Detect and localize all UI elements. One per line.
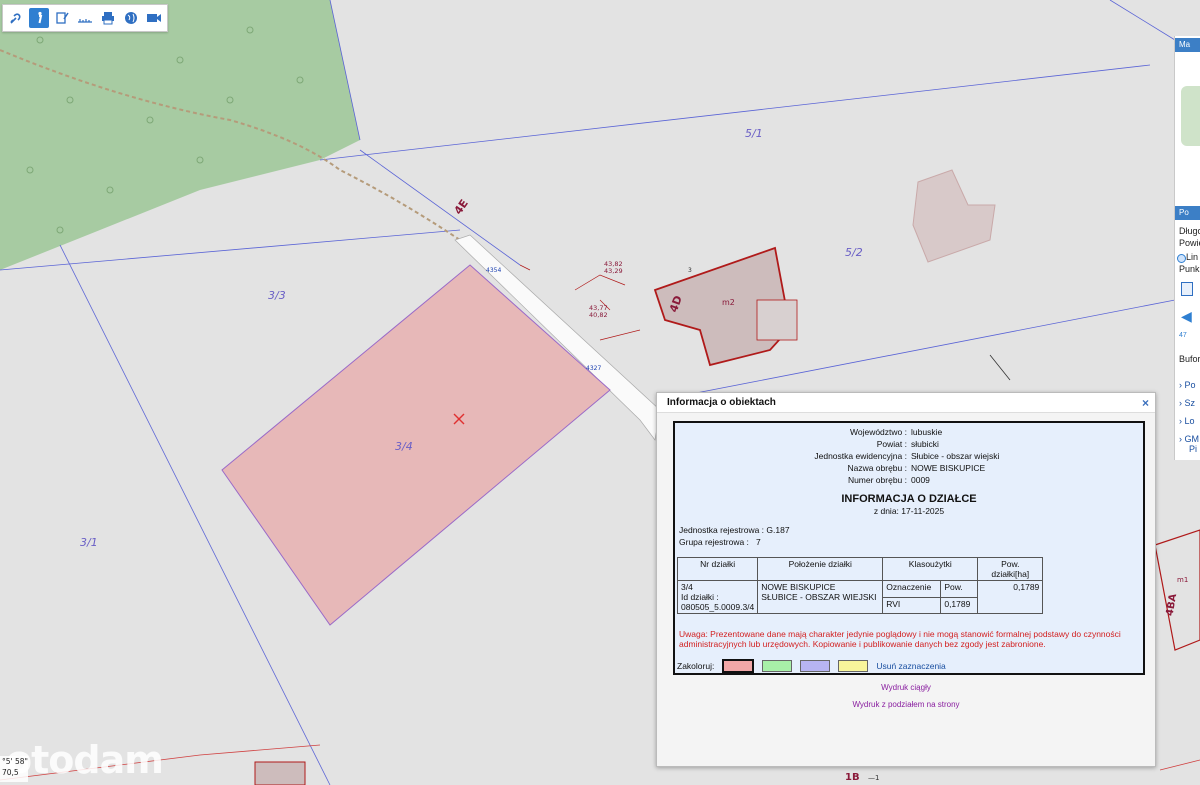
header-label: Nazwa obrębu :: [847, 463, 907, 473]
parcel-boundary: [359, 149, 521, 266]
globe-icon[interactable]: [121, 8, 141, 28]
annotation: —1: [868, 774, 879, 782]
column-header: Pow. działki[ha]: [977, 557, 1044, 581]
panel-link[interactable]: Pi: [1189, 444, 1197, 454]
parcel-location-cell: NOWE BISKUPICE SŁUBICE - OBSZAR WIEJSKI: [757, 580, 884, 614]
sub-header: Oznaczenie: [882, 580, 942, 598]
card-date: z dnia: 17-11-2025: [873, 506, 945, 516]
table-row: 3/4 Id działki :080505_5.0009.3/4 NOWE BI…: [676, 580, 1044, 614]
header-value: 0009: [911, 475, 930, 485]
measure-icon[interactable]: [75, 8, 95, 28]
panel-text: 47: [1179, 332, 1187, 339]
card-title: INFORMACJA O DZIAŁCE: [841, 493, 977, 505]
utility-line: [989, 354, 1011, 381]
print-icon[interactable]: [98, 8, 118, 28]
panel-link[interactable]: › Po: [1179, 380, 1196, 390]
annotation: 3: [688, 267, 692, 274]
header-value: słubicki: [911, 439, 939, 449]
building: [254, 761, 306, 785]
print-continuous-link[interactable]: Wydruk ciągły: [657, 683, 1155, 692]
column-header: Klasoużytki: [882, 557, 979, 581]
link-icon[interactable]: [6, 8, 26, 28]
panel-header-measure[interactable]: Po: [1175, 206, 1200, 220]
warning-text: Uwaga: Prezentowane dane mają charakter …: [679, 629, 1121, 649]
annotation: 4354: [486, 267, 501, 274]
column-header: Położenie działki: [757, 557, 884, 581]
arrow-left-icon[interactable]: ◀: [1181, 308, 1192, 325]
camera-icon[interactable]: [144, 8, 164, 28]
dialog-title: Informacja o obiektach: [657, 393, 1155, 413]
header-label: Powiat :: [876, 439, 907, 449]
panel-radio-label[interactable]: Lin: [1186, 252, 1198, 262]
parcel-boundary: [319, 64, 1151, 161]
panel-link[interactable]: › Sz: [1179, 398, 1195, 408]
swatch-blue[interactable]: [800, 660, 831, 672]
parcel-info-card: Województwo : lubuskie Powiat : słubicki…: [673, 421, 1145, 675]
color-picker-row: Zakoloruj: Usuń zaznaczenia: [677, 659, 946, 673]
object-info-dialog: Informacja o obiektach × Województwo : l…: [656, 392, 1156, 767]
landuse-label: 1B: [845, 772, 860, 783]
land-class-area-cell: 0,1789: [940, 596, 979, 614]
building: [1154, 529, 1200, 651]
coordinate-readout: °5' 58" 70,5: [0, 756, 28, 782]
close-icon[interactable]: ×: [1142, 396, 1149, 410]
landuse-label: 4E: [452, 197, 471, 217]
annotation: 40,82: [589, 311, 608, 319]
info-icon[interactable]: [29, 8, 49, 28]
watermark-logo: otodam: [6, 738, 164, 782]
registry-unit: Jednostka rejestrowa : G.187: [679, 525, 790, 535]
header-value: lubuskie: [911, 427, 943, 437]
panel-text: Bufor[: [1179, 354, 1200, 364]
map-toolbar: [2, 4, 168, 32]
edit-icon[interactable]: [52, 8, 72, 28]
column-header: Nr działki: [676, 557, 759, 581]
parcel-number-cell: 3/4 Id działki :080505_5.0009.3/4: [676, 580, 759, 614]
minimap[interactable]: [1181, 86, 1200, 146]
radio-icon[interactable]: [1177, 254, 1186, 263]
swatch-yellow[interactable]: [838, 660, 869, 672]
panel-link[interactable]: › Lo: [1179, 416, 1195, 426]
header-label: Numer obrębu :: [847, 475, 907, 485]
land-class-cell: RVI: [882, 596, 942, 614]
header-value: NOWE BISKUPICE: [911, 463, 986, 473]
annotation: m1: [1177, 576, 1188, 584]
building: [912, 169, 996, 263]
panel-text: Punk: [1179, 264, 1200, 274]
parcel-table: Nr działki Położenie działki Klasoużytki…: [676, 557, 1044, 614]
parcel-area-cell: 0,1789: [977, 580, 1044, 614]
registry-group: Grupa rejestrowa : 7: [679, 537, 761, 547]
clear-selection-link[interactable]: Usuń zaznaczenia: [876, 661, 945, 671]
parcel-label: 3/1: [80, 536, 98, 549]
print-pages-link[interactable]: Wydruk z podziałem na strony: [657, 700, 1155, 709]
header-label: Województwo :: [849, 427, 907, 437]
header-value: Słubice - obszar wiejski: [911, 451, 1000, 461]
color-label: Zakoloruj:: [677, 661, 715, 671]
parcel-label: 5/2: [845, 246, 863, 259]
header-label: Jednostka ewidencyjna :: [814, 451, 907, 461]
parcel-label: 3/3: [268, 289, 286, 302]
parcel-label: 3/4: [395, 440, 413, 453]
layers-panel: Ma Po Długo Powie Lin Punk ◀ 47 Bufor[ ›…: [1174, 36, 1200, 460]
sub-header: Pow.: [940, 580, 979, 598]
annotation: 43,29: [604, 267, 623, 275]
panel-text: Powie: [1179, 238, 1200, 248]
panel-text: Długo: [1179, 226, 1200, 236]
swatch-red[interactable]: [722, 659, 755, 673]
building-label: m2: [722, 298, 735, 307]
parcel-boundary-red: [1159, 759, 1200, 771]
panel-link[interactable]: › GM: [1179, 434, 1199, 444]
building-annex: [756, 299, 798, 341]
forest-area: [0, 0, 360, 270]
annotation: 4327: [586, 365, 601, 372]
document-icon[interactable]: [1181, 282, 1193, 296]
parcel-label: 5/1: [745, 127, 763, 140]
parcel-boundary: [1109, 0, 1176, 41]
panel-header-map[interactable]: Ma: [1175, 38, 1200, 52]
swatch-green[interactable]: [762, 660, 793, 672]
